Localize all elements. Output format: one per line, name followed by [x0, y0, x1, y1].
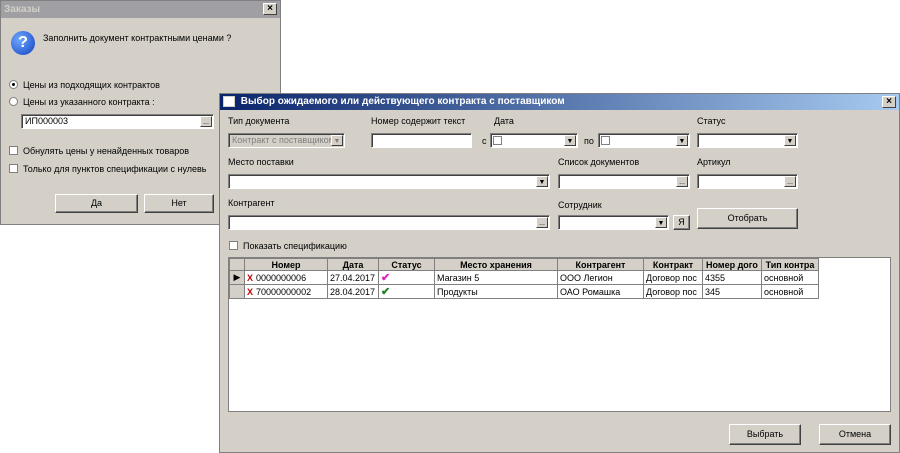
show-spec-checkbox[interactable] [229, 241, 238, 250]
check-only-zero[interactable] [9, 164, 18, 173]
cell-number: X 70000000002 [244, 284, 328, 299]
radio-specified-label: Цены из указанного контракта : [23, 97, 155, 107]
ellipsis-button[interactable]: ... [536, 217, 548, 228]
check-zero-prices[interactable] [9, 146, 18, 155]
chevron-down-icon[interactable]: ▼ [784, 135, 796, 146]
x-icon: X [247, 286, 254, 297]
cell-contract-type: основной [761, 270, 819, 285]
x-icon: X [247, 272, 254, 283]
column-header[interactable]: Номер [244, 258, 328, 271]
date-from-checkbox[interactable] [493, 136, 502, 145]
column-header[interactable]: Контракт [643, 258, 703, 271]
chevron-down-icon: ▼ [331, 135, 343, 146]
employee-select[interactable]: ▼ [558, 215, 669, 230]
column-header[interactable]: Место хранения [434, 258, 558, 271]
cell-status: ✔ [378, 284, 435, 299]
doc-type-select: Контракт с поставщиком ▼ [228, 133, 345, 148]
cell-contract-no: 4355 [702, 270, 762, 285]
contract-titlebar: Выбор ожидаемого или действующего контра… [220, 94, 899, 110]
cell-contractor: ОАО Ромашка [557, 284, 644, 299]
article-label: Артикул [697, 157, 731, 167]
question-icon: ? [11, 31, 35, 55]
cell-contract: Договор пос [643, 270, 703, 285]
radio-specified[interactable] [9, 97, 18, 106]
number-contains-input[interactable] [371, 133, 472, 148]
delivery-place-select[interactable]: ▼ [228, 174, 550, 189]
ellipsis-button[interactable]: ... [784, 176, 796, 187]
contract-dialog: Выбор ожидаемого или действующего контра… [219, 93, 900, 453]
cell-status: ✔ [378, 270, 435, 285]
date-to-label: по [584, 136, 594, 146]
chevron-down-icon[interactable]: ▼ [655, 217, 667, 228]
chevron-down-icon[interactable]: ▼ [564, 135, 576, 146]
contract-title: Выбор ожидаемого или действующего контра… [240, 96, 565, 107]
cell-contract-no: 345 [702, 284, 762, 299]
cell-contractor: ООО Легион [557, 270, 644, 285]
date-label: Дата [494, 116, 514, 126]
chevron-down-icon[interactable]: ▼ [676, 135, 688, 146]
check-only-zero-label: Только для пунктов спецификации с нулевь [23, 164, 207, 174]
doc-list-label: Список документов [558, 157, 640, 167]
window-icon [223, 95, 235, 107]
doc-type-value: Контракт с поставщиком [232, 135, 335, 145]
article-field[interactable]: ... [697, 174, 798, 189]
contracts-grid[interactable]: Номер Дата Статус Место хранения Контраг… [228, 257, 891, 412]
close-icon[interactable]: × [263, 3, 277, 15]
chevron-down-icon[interactable]: ▼ [536, 176, 548, 187]
contract-value: ИП000003 [25, 116, 68, 126]
cell-storage: Магазин 5 [434, 270, 558, 285]
cell-storage: Продукты [434, 284, 558, 299]
date-from-picker[interactable]: ▼ [490, 133, 578, 148]
row-pointer [229, 284, 245, 299]
check-green-icon: ✔ [381, 286, 391, 298]
table-header: Номер Дата Статус Место хранения Контраг… [229, 258, 819, 271]
contract-field[interactable]: ИП000003 ... [21, 114, 214, 129]
orders-titlebar: Заказы × [1, 1, 280, 18]
number-contains-label: Номер содержит текст [371, 116, 466, 126]
table-row[interactable]: X 70000000002 28.04.2017 ✔ Продукты ОАО Р… [229, 284, 819, 299]
orders-title: Заказы [4, 4, 41, 15]
contractor-field[interactable]: ... [228, 215, 550, 230]
cancel-button[interactable]: Отмена [819, 424, 891, 445]
ellipsis-button[interactable]: ... [200, 116, 212, 127]
select-button[interactable]: Выбрать [729, 424, 801, 445]
status-select[interactable]: ▼ [697, 133, 798, 148]
cell-number: X 0000000006 [244, 270, 328, 285]
column-header [229, 258, 245, 271]
date-to-picker[interactable]: ▼ [598, 133, 690, 148]
doc-list-field[interactable]: ... [558, 174, 690, 189]
no-button[interactable]: Нет [144, 194, 214, 213]
column-header[interactable]: Контрагент [557, 258, 644, 271]
ellipsis-button[interactable]: ... [676, 176, 688, 187]
employee-label: Сотрудник [558, 200, 602, 210]
doc-type-label: Тип документа [228, 116, 290, 126]
table-row[interactable]: ▶ X 0000000006 27.04.2017 ✔ Магазин 5 ООО… [229, 270, 819, 285]
check-magenta-icon: ✔ [381, 272, 391, 284]
cell-date: 28.04.2017 [327, 284, 379, 299]
column-header[interactable]: Статус [378, 258, 435, 271]
status-label: Статус [697, 116, 726, 126]
show-spec-label: Показать спецификацию [243, 241, 347, 251]
radio-matching[interactable] [9, 80, 18, 89]
cell-contract-type: основной [761, 284, 819, 299]
column-header[interactable]: Номер дого [702, 258, 762, 271]
contractor-label: Контрагент [228, 198, 275, 208]
filter-button[interactable]: Отобрать [697, 208, 798, 229]
contracts-table: Номер Дата Статус Место хранения Контраг… [229, 258, 819, 299]
cell-date: 27.04.2017 [327, 270, 379, 285]
column-header[interactable]: Тип контра [761, 258, 819, 271]
date-to-checkbox[interactable] [601, 136, 610, 145]
check-zero-prices-label: Обнулять цены у ненайденных товаров [23, 146, 190, 156]
row-pointer: ▶ [229, 270, 245, 285]
radio-matching-label: Цены из подходящих контрактов [23, 80, 160, 90]
me-button[interactable]: Я [673, 215, 690, 230]
date-from-label: с [482, 136, 487, 146]
delivery-place-label: Место поставки [228, 157, 294, 167]
question-text: Заполнить документ контрактными ценами ? [43, 33, 232, 43]
close-icon[interactable]: × [882, 96, 896, 108]
cell-contract: Договор пос [643, 284, 703, 299]
yes-button[interactable]: Да [55, 194, 138, 213]
column-header[interactable]: Дата [327, 258, 379, 271]
